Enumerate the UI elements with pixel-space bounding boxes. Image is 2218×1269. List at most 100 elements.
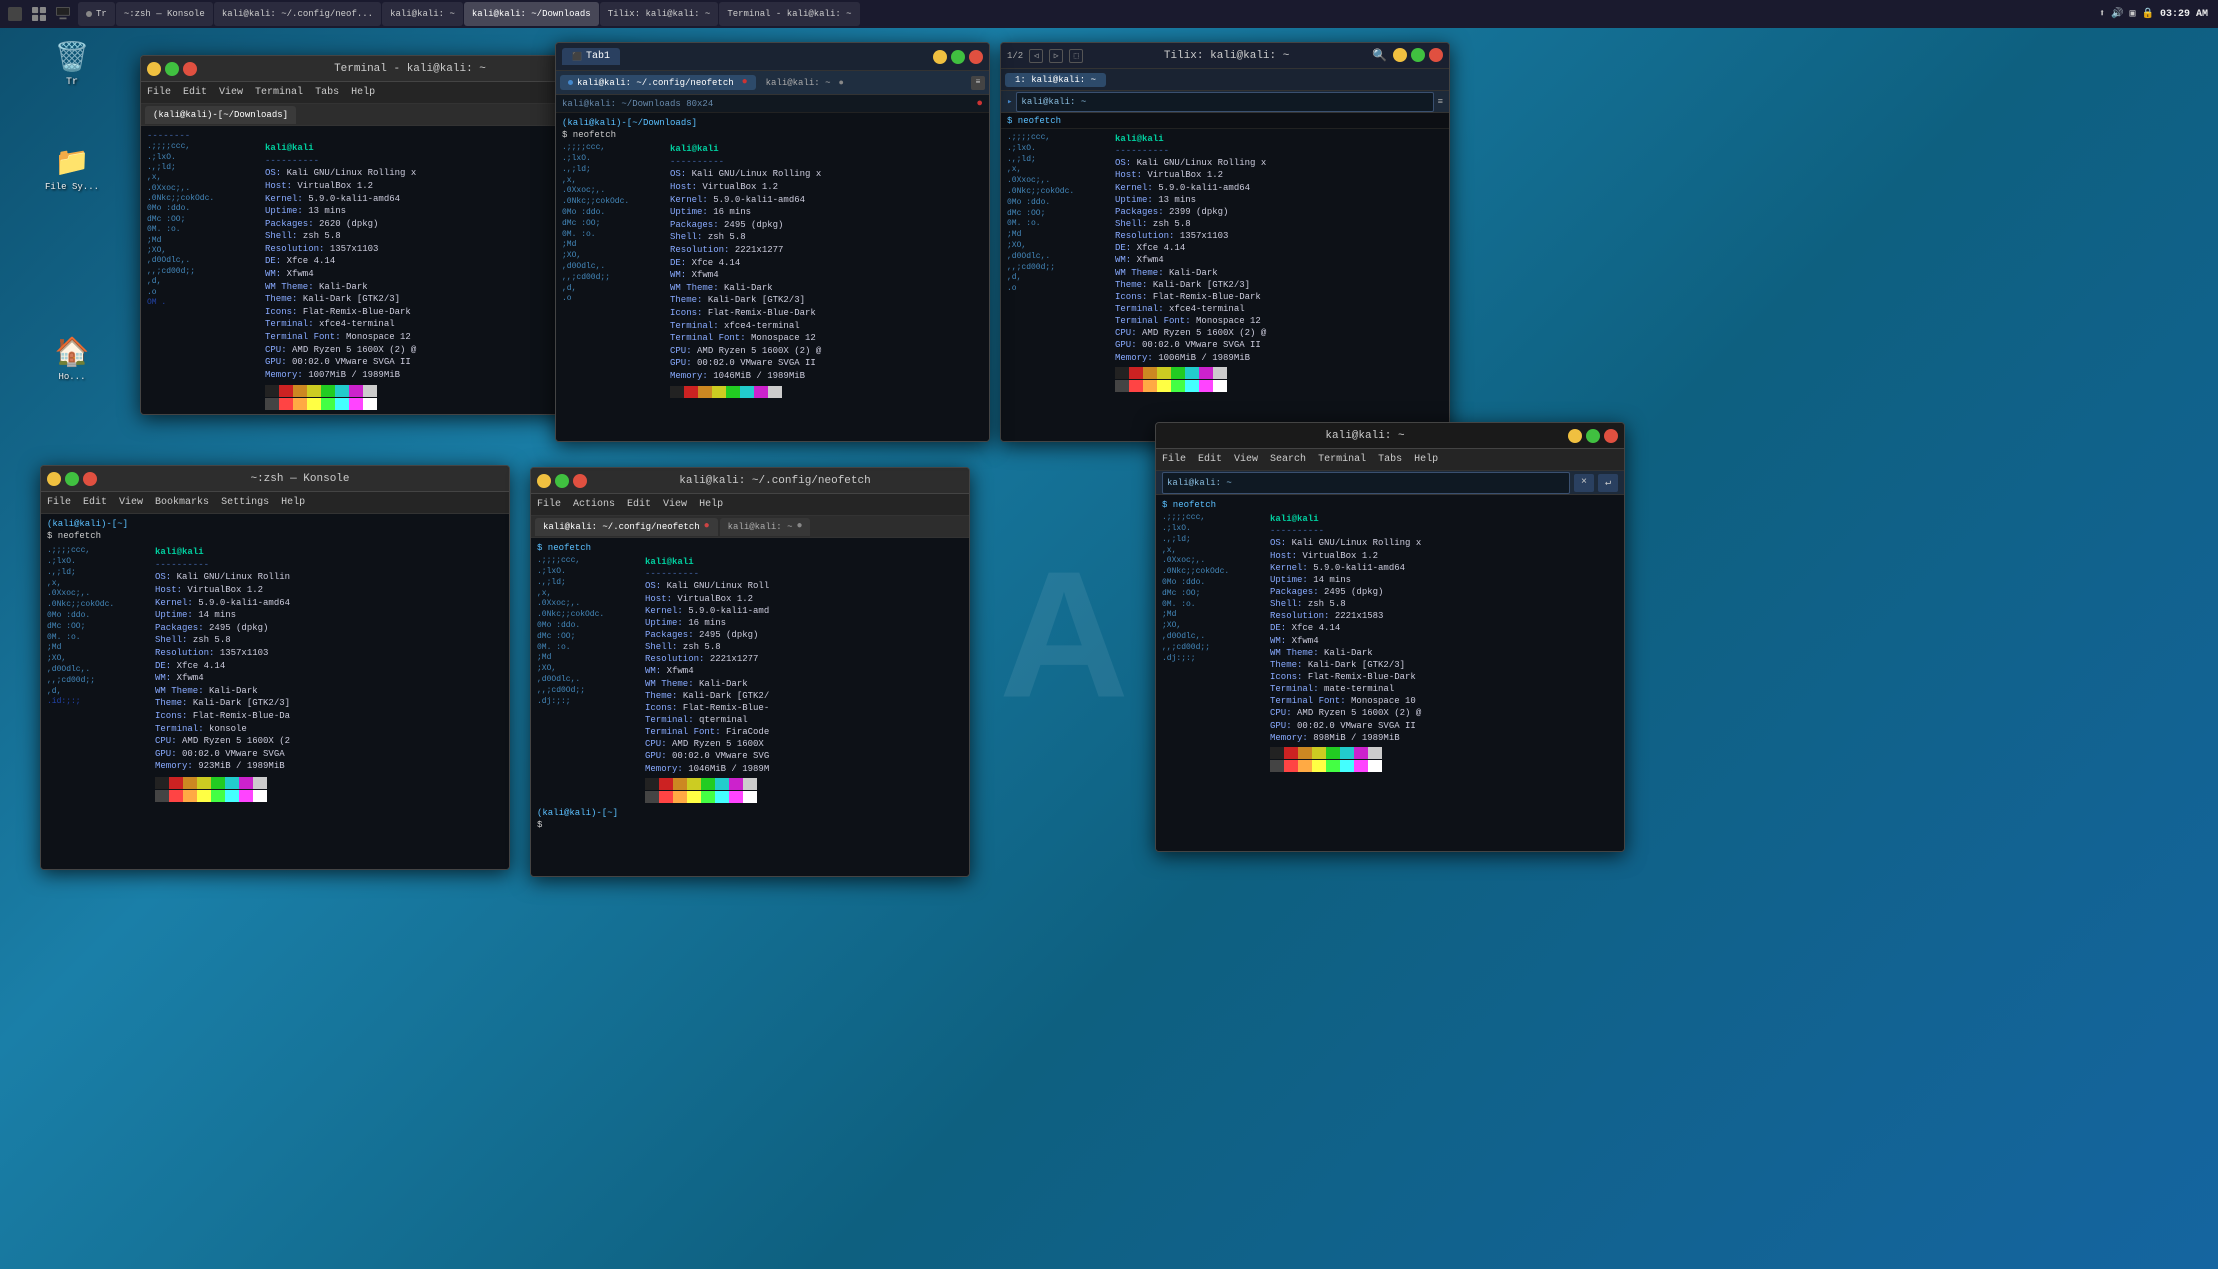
tilix-main-prompt: $ neofetch xyxy=(1001,113,1449,129)
konsole-window: − □ × ~:zsh — Konsole File Edit View Boo… xyxy=(40,465,510,870)
taskbar-app-tr[interactable]: Tr xyxy=(78,2,115,26)
tilix-downloads-body: (kali@kali)-[~/Downloads] $ neofetch .;;… xyxy=(556,113,989,441)
konsole-menubar: File Edit View Bookmarks Settings Help xyxy=(41,492,509,514)
neofetch-art-1: .;;;;ccc, .;lxO. .,;ld; ,x, .0Xxoc;,. .0… xyxy=(147,142,257,410)
tr-menu-edit[interactable]: Edit xyxy=(1198,454,1222,465)
terminal-right-controls: − □ × xyxy=(1568,429,1618,443)
konsole-title: ~:zsh — Konsole xyxy=(97,473,503,485)
taskbar-app-terminal[interactable]: Terminal - kali@kali: ~ xyxy=(719,2,859,26)
tilix-main-close[interactable]: × xyxy=(1429,48,1443,62)
battery-icon: ▣ xyxy=(2130,8,2136,20)
tilix-outer-max[interactable]: □ xyxy=(951,50,965,64)
tilix-main-window: 1/2 ◁ ▷ ⬚ Tilix: kali@kali: ~ 🔍 − □ × xyxy=(1000,42,1450,442)
taskbar-app-neofetch-config[interactable]: kali@kali: ~/.config/neof... xyxy=(214,2,381,26)
konsole-menu-bookmarks[interactable]: Bookmarks xyxy=(155,497,209,508)
window-minimize[interactable]: − xyxy=(147,62,161,76)
terminal-right-body: $ neofetch .;;;;ccc, .;lxO. .,;ld; ,x, .… xyxy=(1156,495,1624,851)
tr-addr-close[interactable]: × xyxy=(1574,474,1594,492)
trash-label: Tr xyxy=(66,77,78,88)
neofetch-config-window: − □ × kali@kali: ~/.config/neofetch File… xyxy=(530,467,970,877)
tr-menu-help[interactable]: Help xyxy=(1414,454,1438,465)
konsole-menu-view[interactable]: View xyxy=(119,497,143,508)
tilix-main-max[interactable]: □ xyxy=(1411,48,1425,62)
tilix-downloads-window: ⬛ Tab1 − □ × kali@kali: ~/.config/neofet… xyxy=(555,42,990,442)
menu-terminal[interactable]: Terminal xyxy=(255,87,303,98)
tilix-inner-bar: kali@kali: ~/.config/neofetch ● kali@kal… xyxy=(556,71,989,95)
desktop-filesystem-icon[interactable]: 📁 File Sy... xyxy=(42,145,102,192)
terminal-topleft-controls: − □ × xyxy=(147,62,197,76)
tilix-main-search[interactable]: 🔍 xyxy=(1370,48,1389,63)
terminal-right-addr[interactable]: kali@kali: ~ xyxy=(1162,472,1570,494)
konsole-menu-file[interactable]: File xyxy=(47,497,71,508)
desktop: KALI Tr ~:zsh — Konsole kali@kali xyxy=(0,0,2218,1269)
menu-file[interactable]: File xyxy=(147,87,171,98)
nf-menu-actions[interactable]: Actions xyxy=(573,499,615,510)
home-label: Ho... xyxy=(58,372,85,382)
nf-close[interactable]: × xyxy=(573,474,587,488)
tilix-nav-split[interactable]: ⬚ xyxy=(1069,49,1083,63)
tab-downloads[interactable]: (kali@kali)-[~/Downloads] xyxy=(145,106,296,124)
taskbar-app-downloads[interactable]: kali@kali: ~/Downloads xyxy=(464,2,599,26)
desktop-trash-icon[interactable]: 🗑️ Tr xyxy=(42,40,102,88)
tilix-scroll-btn[interactable]: ≡ xyxy=(971,76,985,90)
desktop-home-icon[interactable]: 🏠 Ho... xyxy=(42,335,102,382)
konsole-minimize[interactable]: − xyxy=(47,472,61,486)
tilix-addr-right[interactable]: ≡ xyxy=(1438,97,1443,107)
tilix-close-inner[interactable]: ● xyxy=(976,98,983,110)
tr-menu-file[interactable]: File xyxy=(1162,454,1186,465)
tr-menu-tabs[interactable]: Tabs xyxy=(1378,454,1402,465)
konsole-titlebar: − □ × ~:zsh — Konsole xyxy=(41,466,509,492)
taskbar-app-tilix[interactable]: Tilix: kali@kali: ~ xyxy=(600,2,719,26)
neofetch-config-body: $ neofetch .;;;;ccc, .;lxO. .,;ld; ,x, .… xyxy=(531,538,969,876)
menu-help[interactable]: Help xyxy=(351,87,375,98)
taskbar-app-icon-1[interactable] xyxy=(4,3,26,25)
taskbar-app-icon-2[interactable] xyxy=(28,3,50,25)
tr-min[interactable]: − xyxy=(1568,429,1582,443)
taskbar-app-konsole[interactable]: ~:zsh — Konsole xyxy=(116,2,213,26)
nf-tab-neofetch[interactable]: kali@kali: ~/.config/neofetch ● xyxy=(535,518,718,536)
taskbar-app-kali-home[interactable]: kali@kali: ~ xyxy=(382,2,463,26)
taskbar-left xyxy=(4,3,74,25)
tilix-outer-min[interactable]: − xyxy=(933,50,947,64)
tilix-main-addrbar: ▸ kali@kali: ~ ≡ xyxy=(1001,91,1449,113)
filesystem-label: File Sy... xyxy=(45,182,99,192)
nf-tab-home[interactable]: kali@kali: ~ ● xyxy=(720,518,811,536)
tr-close[interactable]: × xyxy=(1604,429,1618,443)
neofetch-config-titlebar: − □ × kali@kali: ~/.config/neofetch xyxy=(531,468,969,494)
menu-edit[interactable]: Edit xyxy=(183,87,207,98)
nf-menu-edit[interactable]: Edit xyxy=(627,499,651,510)
filesystem-icon: 📁 xyxy=(55,145,90,180)
terminal-right-addrbar: kali@kali: ~ × ↵ xyxy=(1156,471,1624,495)
tilix-outer-close[interactable]: × xyxy=(969,50,983,64)
menu-tabs[interactable]: Tabs xyxy=(315,87,339,98)
tilix-main-min[interactable]: − xyxy=(1393,48,1407,62)
tr-menu-view[interactable]: View xyxy=(1234,454,1258,465)
taskbar-app-icon-3[interactable] xyxy=(52,3,74,25)
window-close[interactable]: × xyxy=(183,62,197,76)
konsole-menu-help[interactable]: Help xyxy=(281,497,305,508)
tr-max[interactable]: □ xyxy=(1586,429,1600,443)
tilix-nav-prev[interactable]: ◁ xyxy=(1029,49,1043,63)
konsole-menu-edit[interactable]: Edit xyxy=(83,497,107,508)
tilix-main-tab-1[interactable]: 1: kali@kali: ~ xyxy=(1005,73,1106,87)
tilix-nav-next[interactable]: ▷ xyxy=(1049,49,1063,63)
nf-menu-view[interactable]: View xyxy=(663,499,687,510)
tr-menu-search[interactable]: Search xyxy=(1270,454,1306,465)
nf-minimize[interactable]: − xyxy=(537,474,551,488)
tr-addr-confirm[interactable]: ↵ xyxy=(1598,474,1618,492)
menu-view[interactable]: View xyxy=(219,87,243,98)
nf-menu-file[interactable]: File xyxy=(537,499,561,510)
konsole-menu-settings[interactable]: Settings xyxy=(221,497,269,508)
neofetch-config-title: kali@kali: ~/.config/neofetch xyxy=(587,475,963,487)
nf-maximize[interactable]: □ xyxy=(555,474,569,488)
konsole-close[interactable]: × xyxy=(83,472,97,486)
nf-menu-help[interactable]: Help xyxy=(699,499,723,510)
konsole-maximize[interactable]: □ xyxy=(65,472,79,486)
tilix-inner-tab-neofetch[interactable]: kali@kali: ~/.config/neofetch ● xyxy=(560,75,756,90)
terminal-right-header: kali@kali: ~ − □ × xyxy=(1156,423,1624,449)
tr-menu-terminal[interactable]: Terminal xyxy=(1318,454,1366,465)
tilix-inner-tab-home[interactable]: kali@kali: ~ ● xyxy=(758,76,852,90)
tilix-main-addr[interactable]: kali@kali: ~ xyxy=(1016,92,1433,112)
window-maximize[interactable]: □ xyxy=(165,62,179,76)
tilix-tab1[interactable]: ⬛ Tab1 xyxy=(562,48,620,65)
